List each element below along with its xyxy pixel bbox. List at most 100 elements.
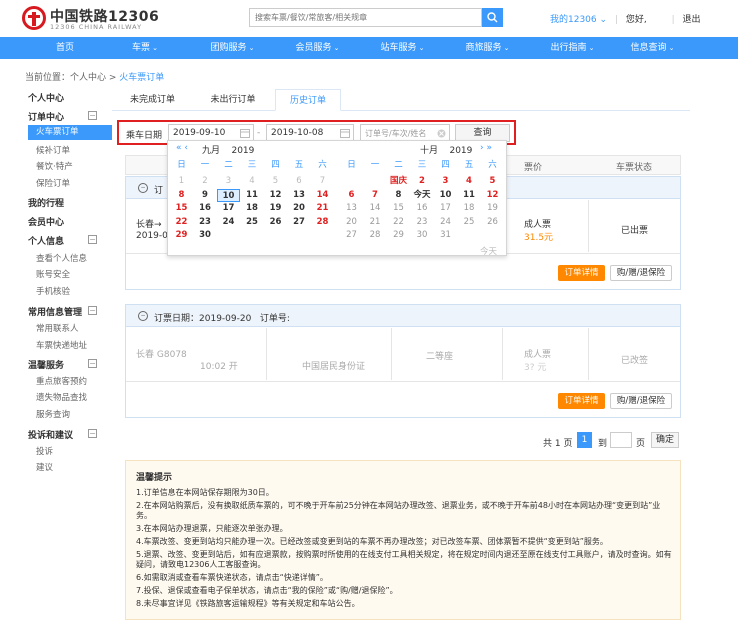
sidebar-heading-my-trips[interactable]: 我的行程 bbox=[28, 196, 64, 209]
calendar-day[interactable]: 22 bbox=[387, 216, 410, 229]
calendar-day[interactable]: 24 bbox=[434, 216, 457, 229]
calendar-day[interactable]: 28 bbox=[364, 229, 387, 242]
sidebar-item-express-address[interactable]: 车票快递地址 bbox=[36, 339, 87, 351]
collapse-icon[interactable]: − bbox=[88, 111, 97, 120]
tab-not-traveled[interactable]: 未出行订单 bbox=[198, 89, 268, 111]
china-railway-logo-icon[interactable] bbox=[22, 6, 46, 30]
collapse-icon[interactable]: − bbox=[88, 429, 97, 438]
calendar-day[interactable]: 7 bbox=[364, 189, 387, 202]
sidebar-item-phone-verify[interactable]: 手机核验 bbox=[36, 285, 70, 297]
calendar-day[interactable]: 16 bbox=[194, 202, 217, 215]
sidebar-item-account-security[interactable]: 账号安全 bbox=[36, 268, 70, 280]
nav-item-guide[interactable]: 出行指南 ⌄ bbox=[535, 37, 610, 59]
nav-item-station[interactable]: 站车服务 ⌄ bbox=[365, 37, 440, 59]
calendar-day[interactable]: 20 bbox=[340, 216, 363, 229]
calendar-day[interactable]: 5 bbox=[481, 175, 504, 188]
calendar-day[interactable]: 21 bbox=[364, 216, 387, 229]
calendar-day[interactable]: 12 bbox=[264, 189, 287, 202]
sidebar-item-train-orders[interactable]: 火车票订单 bbox=[28, 125, 112, 140]
calendar-day[interactable]: 4 bbox=[241, 175, 264, 188]
sidebar-item-food[interactable]: 餐饮·特产 bbox=[36, 160, 73, 172]
calendar-day[interactable]: 6 bbox=[340, 189, 363, 202]
calendar-day[interactable]: 23 bbox=[411, 216, 434, 229]
calendar-day[interactable]: 4 bbox=[458, 175, 481, 188]
sidebar-heading-common-info[interactable]: 常用信息管理 bbox=[28, 305, 82, 318]
calendar-day[interactable]: 16 bbox=[411, 202, 434, 215]
calendar-day[interactable]: 18 bbox=[241, 202, 264, 215]
calendar-day[interactable]: 8 bbox=[170, 189, 193, 202]
calendar-day[interactable]: 11 bbox=[241, 189, 264, 202]
calendar-day[interactable]: 31 bbox=[434, 229, 457, 242]
nav-item-group[interactable]: 团购服务 ⌄ bbox=[195, 37, 270, 59]
sidebar-item-contacts[interactable]: 常用联系人 bbox=[36, 322, 79, 334]
search-button[interactable] bbox=[482, 8, 503, 27]
tab-unfinished[interactable]: 未完成订单 bbox=[120, 89, 185, 111]
sidebar-item-service-query[interactable]: 服务查询 bbox=[36, 408, 70, 420]
calendar-day[interactable]: 19 bbox=[264, 202, 287, 215]
expand-icon[interactable]: − bbox=[138, 183, 148, 193]
sidebar-item-view-info[interactable]: 查看个人信息 bbox=[36, 252, 87, 264]
order-detail-button[interactable]: 订单详情 bbox=[558, 265, 605, 281]
sidebar-item-insurance[interactable]: 保险订单 bbox=[36, 177, 70, 189]
calendar-day[interactable]: 15 bbox=[170, 202, 193, 215]
nav-item-tickets[interactable]: 车票 ⌄ bbox=[120, 37, 170, 59]
calendar-day[interactable]: 5 bbox=[264, 175, 287, 188]
sidebar-heading-member-center[interactable]: 会员中心 bbox=[28, 215, 64, 228]
calendar-day[interactable]: 6 bbox=[288, 175, 311, 188]
calendar-day[interactable]: 9 bbox=[194, 189, 217, 202]
calendar-day[interactable]: 今天 bbox=[411, 189, 434, 202]
my12306-link[interactable]: 我的12306 bbox=[550, 15, 597, 25]
next-month-icon[interactable]: › » bbox=[480, 143, 492, 153]
calendar-day[interactable]: 17 bbox=[434, 202, 457, 215]
site-search-input[interactable] bbox=[249, 8, 482, 27]
calendar-day[interactable]: 17 bbox=[217, 202, 240, 215]
sidebar-item-lost-items[interactable]: 遗失物品查找 bbox=[36, 391, 87, 403]
calendar-day[interactable]: 25 bbox=[458, 216, 481, 229]
calendar-day[interactable]: 28 bbox=[311, 216, 334, 229]
insurance-button[interactable]: 购/赠/退保险 bbox=[610, 265, 672, 281]
calendar-day[interactable]: 12 bbox=[481, 189, 504, 202]
collapse-icon[interactable]: − bbox=[88, 359, 97, 368]
calendar-day[interactable]: 10 bbox=[434, 189, 457, 202]
logout-link[interactable]: 退出 bbox=[683, 15, 701, 25]
calendar-day[interactable]: 25 bbox=[241, 216, 264, 229]
calendar-day[interactable]: 30 bbox=[411, 229, 434, 242]
calendar-day[interactable]: 27 bbox=[340, 229, 363, 242]
calendar-day[interactable]: 3 bbox=[217, 175, 240, 188]
sidebar-item-key-passenger[interactable]: 重点旅客预约 bbox=[36, 375, 87, 387]
calendar-day[interactable]: 26 bbox=[264, 216, 287, 229]
nav-item-member[interactable]: 会员服务 ⌄ bbox=[280, 37, 355, 59]
calendar-day[interactable]: 14 bbox=[311, 189, 334, 202]
sidebar-heading-complaint[interactable]: 投诉和建议 bbox=[28, 428, 73, 441]
calendar-day[interactable]: 7 bbox=[311, 175, 334, 188]
collapse-icon[interactable]: − bbox=[88, 235, 97, 244]
nav-item-info[interactable]: 信息查询 ⌄ bbox=[615, 37, 690, 59]
breadcrumb-current[interactable]: 火车票订单 bbox=[119, 73, 164, 83]
sidebar-heading-warm-service[interactable]: 温馨服务 bbox=[28, 358, 64, 371]
calendar-day[interactable]: 27 bbox=[288, 216, 311, 229]
sidebar-item-suggestion[interactable]: 建议 bbox=[36, 461, 53, 473]
calendar-day[interactable]: 2 bbox=[411, 175, 434, 188]
calendar-day[interactable]: 2 bbox=[194, 175, 217, 188]
calendar-day[interactable]: 13 bbox=[288, 189, 311, 202]
page-1-button[interactable]: 1 bbox=[577, 432, 592, 448]
calendar-day[interactable]: 10 bbox=[217, 188, 240, 202]
calendar-day[interactable]: 24 bbox=[217, 216, 240, 229]
calendar-day[interactable]: 19 bbox=[481, 202, 504, 215]
calendar-day[interactable]: 21 bbox=[311, 202, 334, 215]
calendar-day[interactable]: 11 bbox=[458, 189, 481, 202]
goto-confirm-button[interactable]: 确定 bbox=[651, 432, 679, 448]
nav-item-home[interactable]: 首页 bbox=[40, 37, 90, 59]
calendar-day[interactable]: 8 bbox=[387, 189, 410, 202]
sidebar-heading-order-center[interactable]: 订单中心 bbox=[28, 110, 64, 123]
calendar-day[interactable]: 1 bbox=[170, 175, 193, 188]
sidebar-item-waitlist[interactable]: 候补订单 bbox=[36, 144, 70, 156]
sidebar-item-complaint[interactable]: 投诉 bbox=[36, 445, 53, 457]
calendar-day[interactable]: 26 bbox=[481, 216, 504, 229]
calendar-day[interactable]: 15 bbox=[387, 202, 410, 215]
insurance-button[interactable]: 购/赠/退保险 bbox=[610, 393, 672, 409]
order-detail-button[interactable]: 订单详情 bbox=[558, 393, 605, 409]
calendar-day[interactable]: 23 bbox=[194, 216, 217, 229]
calendar-day[interactable]: 3 bbox=[434, 175, 457, 188]
sidebar-heading-personal-info[interactable]: 个人信息 bbox=[28, 234, 64, 247]
